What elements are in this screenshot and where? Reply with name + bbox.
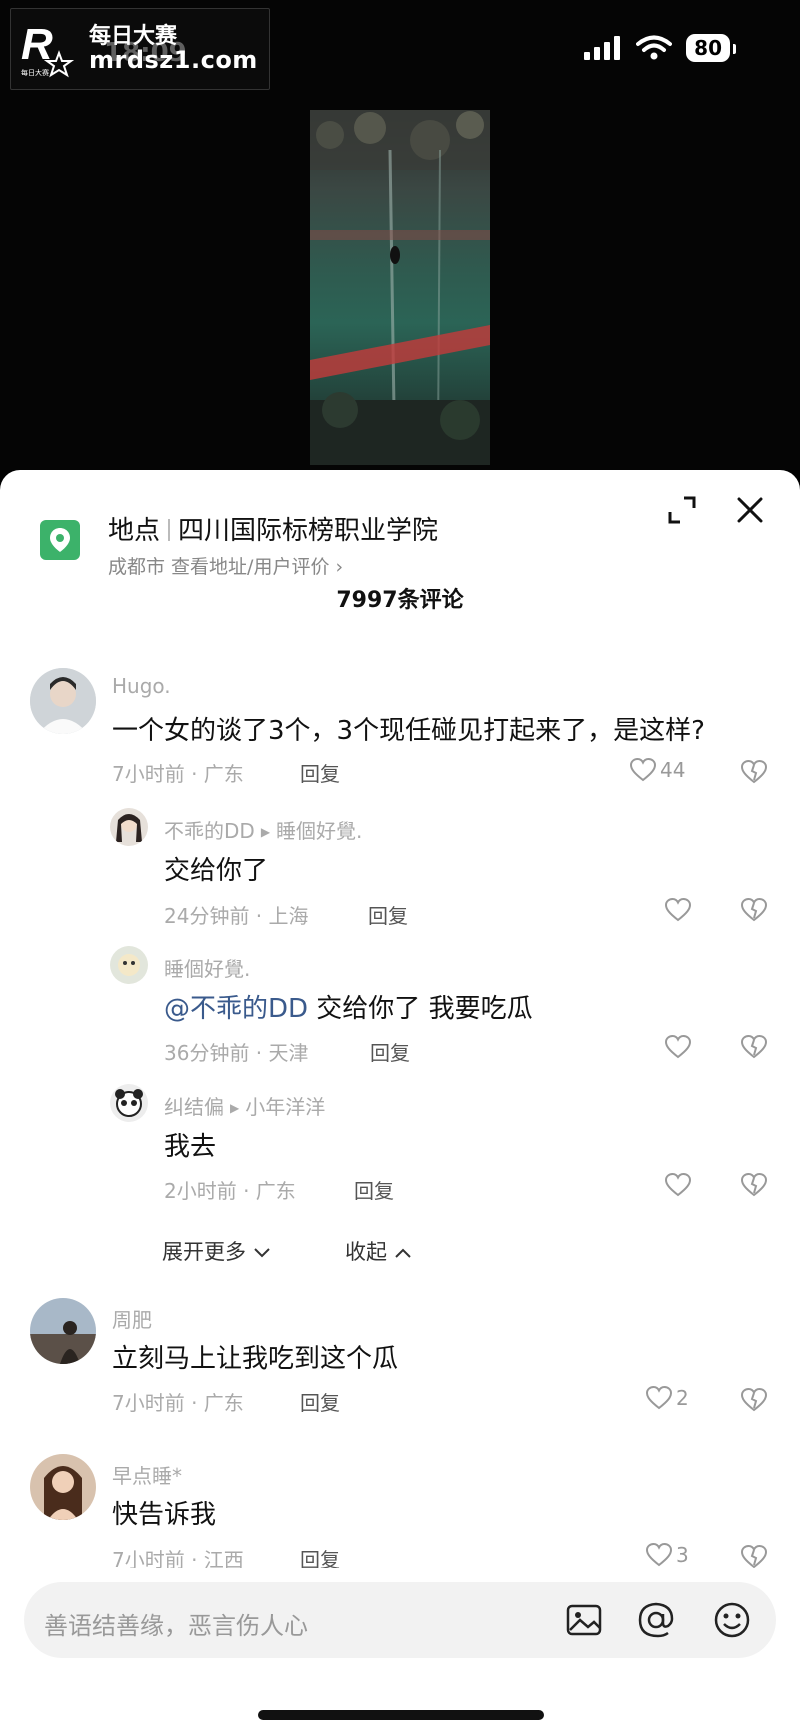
avatar[interactable]: [30, 668, 96, 734]
reply-button[interactable]: 回复: [300, 758, 340, 787]
like-button[interactable]: 44: [630, 758, 685, 782]
dislike-icon[interactable]: [741, 1035, 767, 1059]
heart-icon[interactable]: [665, 898, 691, 922]
comment-count: 7997条评论: [336, 588, 464, 613]
comment-username[interactable]: 早点睡*: [112, 1460, 182, 1489]
brand-logo: R 每日大赛: [19, 19, 79, 79]
reply-body: 交给你了 我要吃瓜: [308, 994, 533, 1024]
dislike-icon[interactable]: [741, 760, 767, 784]
comment-input-placeholder: 善语结善缘，恶言伤人心: [44, 1612, 308, 1640]
reply-target[interactable]: 睡個好覺.: [276, 819, 362, 843]
signal-icon: [584, 36, 621, 60]
reply-text: 我去: [164, 1132, 217, 1162]
comment-text: 立刻马上让我吃到这个瓜: [112, 1344, 399, 1374]
reply-button[interactable]: 回复: [300, 1387, 340, 1416]
location-name: 四川国际标榜职业学院: [178, 516, 439, 546]
chevron-up-icon: [394, 1248, 411, 1258]
comment-username[interactable]: Hugo.: [112, 674, 171, 698]
like-button[interactable]: 2: [646, 1386, 689, 1410]
heart-icon: [630, 758, 656, 782]
reply-meta: 2小时前 · 广东: [164, 1179, 296, 1203]
reply-text: 交给你了: [164, 856, 269, 886]
reply-target[interactable]: 小年洋洋: [245, 1095, 325, 1119]
video-thumbnail[interactable]: [310, 110, 490, 465]
collapse-label: 收起: [345, 1240, 387, 1264]
comment-text: 快告诉我: [112, 1500, 217, 1530]
location-title: 地点 四川国际标榜职业学院: [108, 510, 438, 547]
avatar[interactable]: [30, 1454, 96, 1520]
like-button[interactable]: 3: [646, 1543, 689, 1567]
like-count: 44: [660, 758, 686, 782]
emoji-icon[interactable]: [712, 1600, 752, 1640]
avatar[interactable]: [110, 1084, 148, 1122]
reply-button[interactable]: 回复: [368, 900, 408, 929]
reply-text: @不乖的DD 交给你了 我要吃瓜: [164, 988, 533, 1025]
reply-meta: 24分钟前 · 上海: [164, 904, 309, 928]
comment-meta: 7小时前 · 广东: [112, 762, 244, 786]
expand-more-label: 展开更多: [162, 1240, 246, 1264]
expand-icon[interactable]: [664, 492, 700, 528]
comment-text: 一个女的谈了3个，3个现任碰见打起来了，是这样?: [112, 716, 705, 746]
battery-indicator: 80: [686, 34, 736, 62]
mention-icon[interactable]: [636, 1600, 676, 1640]
heart-icon[interactable]: [665, 1173, 691, 1197]
expand-more-button[interactable]: 展开更多: [162, 1236, 271, 1266]
chevron-down-icon: [253, 1248, 270, 1258]
location-label: 地点: [108, 516, 161, 546]
status-time: 18:09: [104, 38, 187, 68]
like-count: 2: [676, 1386, 689, 1410]
dislike-icon[interactable]: [741, 898, 767, 922]
collapse-button[interactable]: 收起: [345, 1236, 412, 1266]
heart-icon[interactable]: [665, 1035, 691, 1059]
mention-link[interactable]: @不乖的DD: [164, 994, 308, 1024]
comment-username[interactable]: 周肥: [112, 1304, 152, 1333]
location-subtitle[interactable]: 成都市 查看地址/用户评价 ›: [108, 552, 343, 579]
reply-username[interactable]: 睡個好覺.: [164, 953, 250, 982]
wifi-icon: [636, 35, 673, 60]
reply-button[interactable]: 回复: [354, 1175, 394, 1204]
heart-icon: [646, 1543, 672, 1567]
comment-meta: 7小时前 · 广东: [112, 1391, 244, 1415]
reply-username: 纠结偏 ▶ 小年洋洋: [164, 1095, 326, 1119]
reply-username: 不乖的DD ▶ 睡個好覺.: [164, 819, 363, 843]
avatar[interactable]: [30, 1298, 96, 1364]
avatar[interactable]: [110, 808, 148, 846]
dislike-icon[interactable]: [741, 1545, 767, 1569]
close-icon[interactable]: [732, 492, 768, 528]
status-indicators: 80: [584, 34, 736, 62]
reply-author[interactable]: 不乖的DD: [164, 819, 255, 843]
image-icon[interactable]: [564, 1600, 604, 1640]
svg-text:每日大赛: 每日大赛: [21, 68, 49, 77]
heart-icon: [646, 1386, 672, 1410]
reply-meta: 36分钟前 · 天津: [164, 1041, 309, 1065]
location-pin-icon: [40, 520, 80, 560]
dislike-icon[interactable]: [741, 1173, 767, 1197]
reply-button[interactable]: 回复: [370, 1037, 410, 1066]
dislike-icon[interactable]: [741, 1388, 767, 1412]
like-count: 3: [676, 1543, 689, 1567]
home-indicator[interactable]: [258, 1710, 544, 1720]
avatar[interactable]: [110, 946, 148, 984]
reply-author[interactable]: 纠结偏: [164, 1095, 224, 1119]
